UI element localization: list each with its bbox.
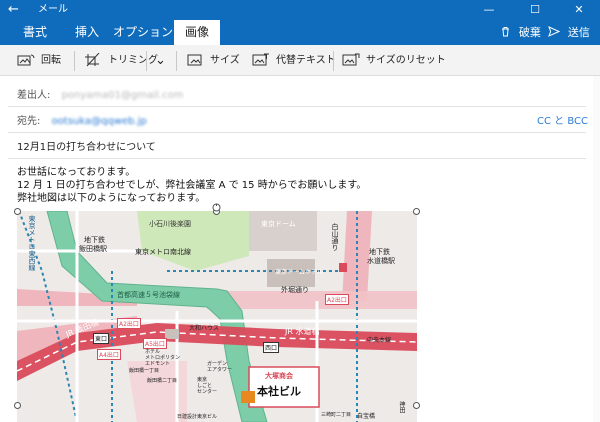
- rotate-button[interactable]: 回転: [17, 51, 61, 71]
- divider: [8, 158, 586, 159]
- map-label-a5: A5出口: [143, 338, 167, 349]
- more-dropdown[interactable]: ⌄: [155, 51, 166, 71]
- tab-insert[interactable]: 挿入: [64, 20, 110, 45]
- resize-handle-right[interactable]: [413, 402, 420, 409]
- map-label-metro-east: 東京メトロ東西線: [28, 215, 36, 271]
- map-label-iidabashi: 飯田橋駅: [79, 245, 107, 253]
- ribbon-divider: [74, 51, 75, 71]
- map-label-higashi: 東口: [93, 333, 110, 344]
- from-label: 差出人:: [17, 90, 51, 101]
- rotate-handle-icon[interactable]: [211, 198, 222, 212]
- resize-handle-top-left[interactable]: [14, 208, 21, 215]
- map-label-metro-south: 東京メトロ南北線: [135, 248, 191, 256]
- divider: [8, 106, 586, 107]
- map-label-hotel: ホテル メトロポリタン エドモント: [145, 349, 181, 367]
- vertical-scrollbar[interactable]: [593, 76, 600, 422]
- map-label-daiwa: 大和ハウス: [189, 325, 220, 332]
- size-label: サイズ: [210, 55, 240, 66]
- minimize-button[interactable]: —: [466, 0, 512, 20]
- ribbon-tabs: 書式 挿入 オプション 画像 破棄 送信: [0, 20, 600, 45]
- map-label-shigoto: 東京 しごと センター: [197, 377, 218, 395]
- send-label: 送信: [567, 26, 590, 39]
- rotate-icon: [17, 53, 35, 67]
- map-label-iida-2: 飯田橋二丁目: [147, 378, 178, 384]
- reset-size-button[interactable]: サイズのリセット: [342, 51, 446, 71]
- map-label-a4: A4出口: [97, 349, 121, 360]
- mail-window: { "titlebar": { "title": "メール", "back_gl…: [0, 0, 600, 422]
- size-button[interactable]: サイズ: [186, 51, 240, 71]
- alt-text-label: 代替テキスト: [276, 55, 336, 66]
- discard-label: 破棄: [518, 26, 541, 39]
- divider: [8, 132, 586, 133]
- body-line-1[interactable]: お世話になっております。: [17, 166, 135, 179]
- from-value: ponyama01@gmail.com: [61, 90, 184, 101]
- to-label: 宛先:: [17, 116, 41, 127]
- map-label-sotobori: 外堀通り: [281, 286, 309, 294]
- body-line-3[interactable]: 弊社地図は以下のようになっております。: [17, 192, 205, 205]
- size-icon: [186, 53, 204, 67]
- map-label-suidobashi: 水道橋駅: [367, 257, 395, 265]
- map-label-park: 小石川後楽園: [149, 220, 191, 228]
- from-row[interactable]: 差出人: ponyama01@gmail.com: [17, 86, 183, 106]
- back-icon[interactable]: ←: [8, 2, 19, 17]
- to-row[interactable]: 宛先: ootsuka@qqweb.jp: [17, 112, 147, 132]
- map-label-hakubai: 自宝橋: [357, 413, 376, 420]
- map-label-a2-right: A2出口: [325, 294, 349, 305]
- alt-text-icon: [252, 53, 270, 67]
- reset-size-icon: [342, 53, 360, 67]
- map-label-nikken: 日建設計東京ビル: [177, 414, 218, 420]
- map-label-jr-sui: JR 水道橋: [285, 327, 320, 336]
- ribbon-divider: [176, 51, 177, 71]
- trash-icon: [500, 25, 515, 39]
- map-label-nishi: 西口: [263, 342, 280, 353]
- ribbon-divider: [333, 51, 334, 71]
- title-bar: ← メール — ☐ ✕: [0, 0, 600, 20]
- map-label-dome-hotel: 東京ドームホテル: [275, 269, 323, 276]
- map-label-iida-1: 飯田橋一丁目: [129, 368, 160, 374]
- resize-handle-left[interactable]: [14, 402, 21, 409]
- crop-label: トリミング: [108, 55, 158, 66]
- map-label-dome: 東京ドーム: [261, 220, 296, 228]
- close-button[interactable]: ✕: [556, 0, 600, 20]
- ribbon-divider: [146, 51, 147, 71]
- picture-ribbon: 回転 トリミング ⌄ サイズ 代替テキスト サイズのリセット: [0, 45, 600, 76]
- map-label-chuo: 中央本線: [367, 337, 392, 344]
- cc-bcc-button[interactable]: CC と BCC: [537, 112, 588, 132]
- map-label-company-building: 本社ビル: [257, 385, 301, 398]
- tab-picture[interactable]: 画像: [174, 20, 220, 45]
- map-label-sancho: 三崎町二丁目: [321, 412, 352, 418]
- body-line-2[interactable]: 12 月 1 日の打ち合わせでしが、弊社会議室 A で 15 時からでお願いしま…: [17, 179, 366, 192]
- rotate-label: 回転: [41, 55, 61, 66]
- tab-options[interactable]: オプション: [112, 20, 174, 45]
- resize-handle-top-right[interactable]: [413, 208, 420, 215]
- window-title: メール: [38, 4, 68, 15]
- tab-format[interactable]: 書式: [12, 20, 58, 45]
- alt-text-button[interactable]: 代替テキスト: [252, 51, 336, 71]
- send-button[interactable]: 送信: [548, 24, 590, 41]
- maximize-button[interactable]: ☐: [512, 0, 558, 20]
- map-label-kanda: 神田: [398, 401, 405, 413]
- map-label-hakusan: 白山通り: [331, 223, 339, 251]
- crop-icon: [84, 52, 102, 67]
- map-label-company: 大塚商会: [265, 372, 293, 380]
- map-label-garden: ガーデン エアタワー: [207, 361, 233, 373]
- send-icon: [548, 25, 564, 39]
- discard-button[interactable]: 破棄: [500, 24, 541, 41]
- subject-field[interactable]: 12月1日の打ち合わせについて: [17, 138, 156, 158]
- map-label-expressway: 首都高速５号池袋線: [117, 291, 180, 299]
- to-value[interactable]: ootsuka@qqweb.jp: [52, 116, 147, 127]
- map-label-a2-left: A2出口: [117, 318, 141, 329]
- map-image[interactable]: 小石川後楽園 東京ドーム 白山通り 東京メトロ東西線 地下鉄 飯田橋駅 東京メト…: [17, 211, 417, 422]
- reset-size-label: サイズのリセット: [366, 55, 446, 66]
